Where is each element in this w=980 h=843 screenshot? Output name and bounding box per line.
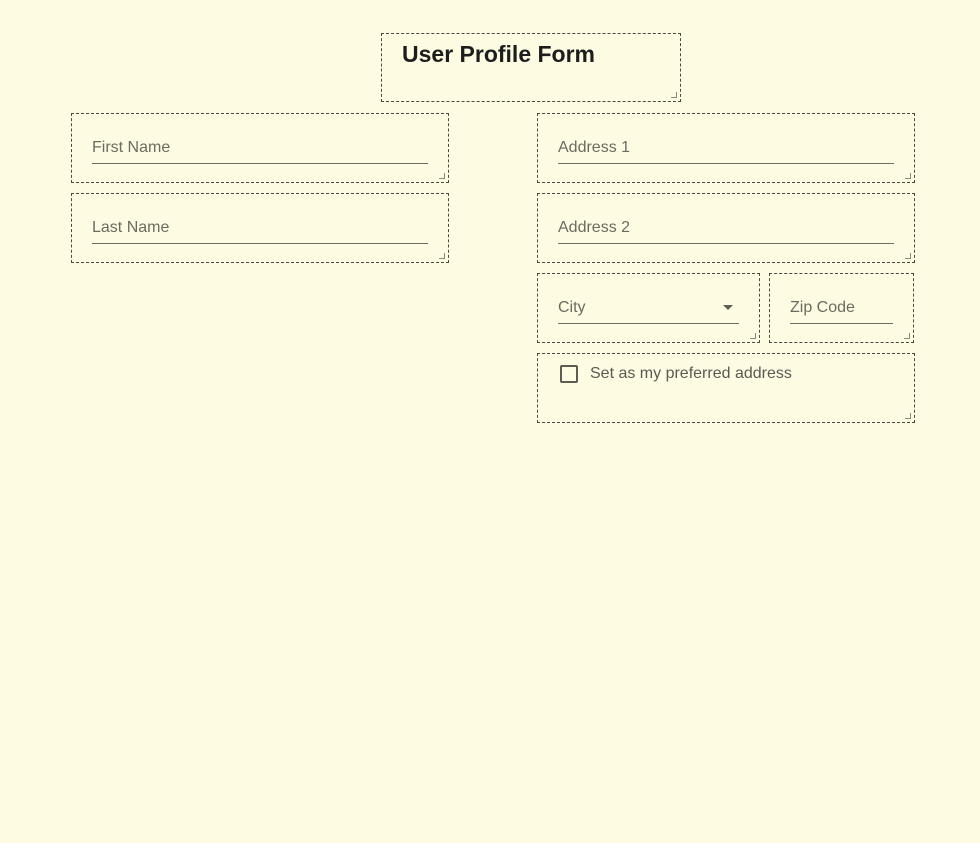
last-name-panel [71, 193, 449, 263]
address1-field-wrapper [558, 136, 894, 164]
first-name-field-wrapper [92, 136, 428, 164]
last-name-input[interactable] [92, 216, 428, 240]
title-panel: User Profile Form [381, 33, 681, 102]
address1-input[interactable] [558, 136, 894, 160]
city-select-value: City [558, 299, 586, 316]
city-select[interactable]: City [558, 296, 739, 324]
first-name-input[interactable] [92, 136, 428, 160]
page-title: User Profile Form [402, 41, 595, 67]
preferred-address-checkbox[interactable] [560, 365, 578, 383]
first-name-panel [71, 113, 449, 183]
preferred-address-row[interactable]: Set as my preferred address [560, 365, 792, 383]
zip-field-wrapper [790, 296, 893, 324]
preferred-address-label: Set as my preferred address [590, 365, 792, 382]
preferred-panel: Set as my preferred address [537, 353, 915, 423]
address2-panel [537, 193, 915, 263]
address2-field-wrapper [558, 216, 894, 244]
zip-panel [769, 273, 914, 343]
address1-panel [537, 113, 915, 183]
last-name-field-wrapper [92, 216, 428, 244]
zip-code-input[interactable] [790, 296, 893, 320]
chevron-down-icon[interactable] [723, 305, 733, 310]
city-panel: City [537, 273, 760, 343]
address2-input[interactable] [558, 216, 894, 240]
